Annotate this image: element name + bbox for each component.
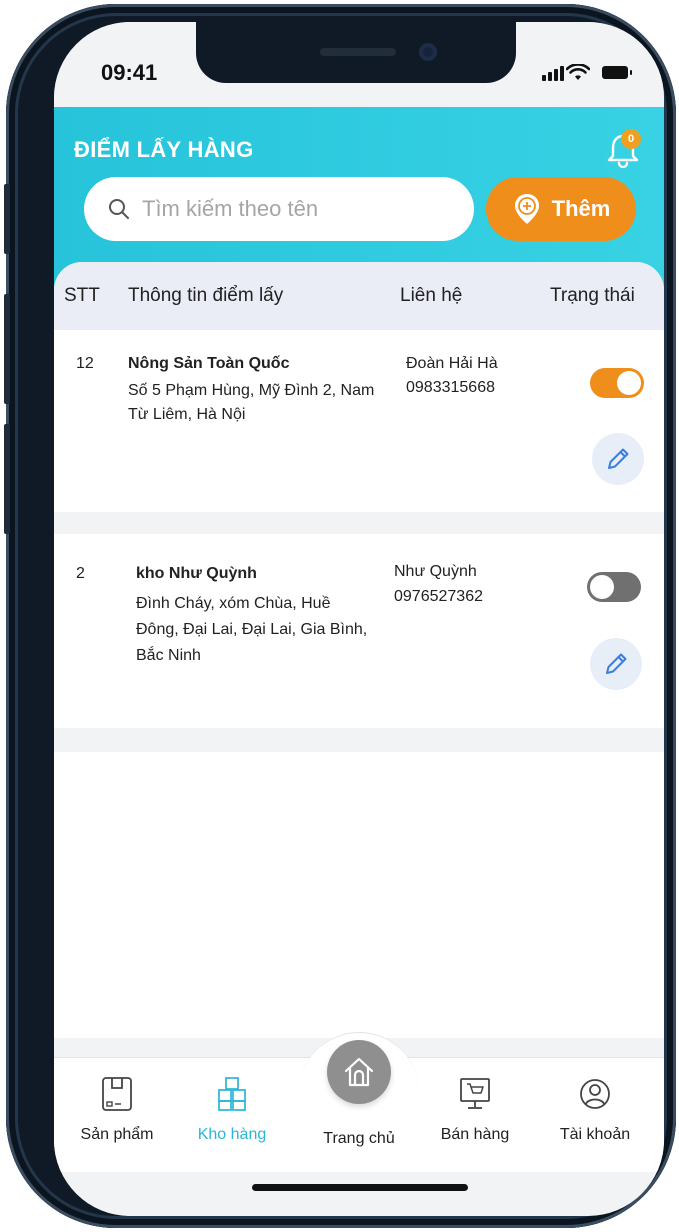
- pencil-icon: [606, 653, 627, 674]
- account-icon: [580, 1079, 610, 1109]
- row-stt: 2: [76, 565, 85, 582]
- row-address: Đông, Đại Lai, Đại Lai, Gia Bình,: [136, 621, 368, 638]
- side-button: [4, 294, 10, 404]
- signal-icon: [542, 66, 564, 81]
- side-button: [4, 424, 10, 534]
- row-address: Đình Cháy, xóm Chùa, Huề: [136, 595, 331, 612]
- add-location-icon: [514, 194, 539, 224]
- screen: 09:41 ĐIỂM LẤY HÀNG 0 Tìm kiếm theo tên …: [54, 22, 664, 1216]
- row-address: Bắc Ninh: [136, 647, 201, 664]
- nav-item-warehouse[interactable]: Kho hàng: [177, 1058, 287, 1173]
- toggle-knob: [590, 575, 614, 599]
- pickup-point-list: STT Thông tin điểm lấy Liên hệ Trạng thá…: [54, 262, 664, 1077]
- row-address: Số 5 Phạm Hùng, Mỹ Đình 2, Nam: [128, 382, 375, 399]
- warehouse-icon: [218, 1077, 246, 1111]
- add-button[interactable]: Thêm: [486, 177, 636, 241]
- notification-badge: 0: [621, 129, 641, 149]
- bottom-nav: Sản phẩm Kho hàng Trang chủ Bán hàng Tài…: [54, 1032, 664, 1173]
- nav-label: Sản phẩm: [80, 1126, 154, 1143]
- status-bar: 09:41: [54, 22, 664, 107]
- row-contact-name: Như Quỳnh: [394, 563, 477, 580]
- nav-label: Tài khoản: [559, 1126, 631, 1143]
- side-button: [4, 184, 10, 254]
- row-contact-phone: 0983315668: [406, 379, 495, 396]
- phone-frame: 09:41 ĐIỂM LẤY HÀNG 0 Tìm kiếm theo tên …: [4, 4, 676, 1228]
- table-header: STT Thông tin điểm lấy Liên hệ Trạng thá…: [54, 262, 664, 330]
- home-indicator: [252, 1184, 468, 1191]
- row-name: Nông Sản Toàn Quốc: [128, 355, 290, 372]
- search-input[interactable]: [142, 196, 442, 222]
- row-contact-name: Đoàn Hải Hà: [406, 355, 498, 372]
- toggle-knob: [617, 371, 641, 395]
- row-name: kho Như Quỳnh: [136, 565, 257, 582]
- search-box[interactable]: [84, 177, 474, 241]
- camera: [419, 43, 437, 61]
- page-title: ĐIỂM LẤY HÀNG: [74, 137, 254, 162]
- add-button-label: Thêm: [551, 196, 611, 221]
- nav-item-products[interactable]: Sản phẩm: [62, 1058, 172, 1173]
- table-row[interactable]: 2 kho Như Quỳnh Đình Cháy, xóm Chùa, Huề…: [54, 534, 664, 728]
- edit-button[interactable]: [590, 638, 642, 690]
- nav-label: Bán hàng: [440, 1126, 510, 1143]
- nav-label: Trang chủ: [323, 1130, 395, 1147]
- status-toggle[interactable]: [587, 572, 641, 602]
- column-header-contact: Liên hệ: [400, 285, 463, 306]
- table-row[interactable]: 12 Nông Sản Toàn Quốc Số 5 Phạm Hùng, Mỹ…: [54, 330, 664, 512]
- row-address: Từ Liêm, Hà Nội: [128, 406, 246, 423]
- notch: [196, 22, 516, 83]
- battery-icon: [602, 66, 632, 79]
- column-header-stt: STT: [64, 285, 100, 306]
- nav-item-sales[interactable]: Bán hàng: [420, 1058, 530, 1173]
- wifi-icon: [566, 64, 590, 80]
- row-contact-phone: 0976527362: [394, 588, 483, 605]
- status-time: 09:41: [101, 60, 158, 85]
- sales-icon: [460, 1078, 490, 1109]
- status-toggle[interactable]: [590, 368, 644, 398]
- nav-item-home[interactable]: Trang chủ: [304, 1058, 414, 1173]
- column-header-info: Thông tin điểm lấy: [128, 285, 284, 306]
- edit-button[interactable]: [592, 433, 644, 485]
- empty-area: [54, 752, 664, 1038]
- speaker: [320, 48, 396, 56]
- nav-item-account[interactable]: Tài khoản: [540, 1058, 650, 1173]
- column-header-status: Trạng thái: [550, 285, 635, 306]
- nav-label: Kho hàng: [197, 1126, 267, 1143]
- row-stt: 12: [76, 355, 94, 372]
- pencil-icon: [608, 448, 629, 469]
- product-icon: [102, 1077, 132, 1111]
- search-icon: [109, 199, 129, 219]
